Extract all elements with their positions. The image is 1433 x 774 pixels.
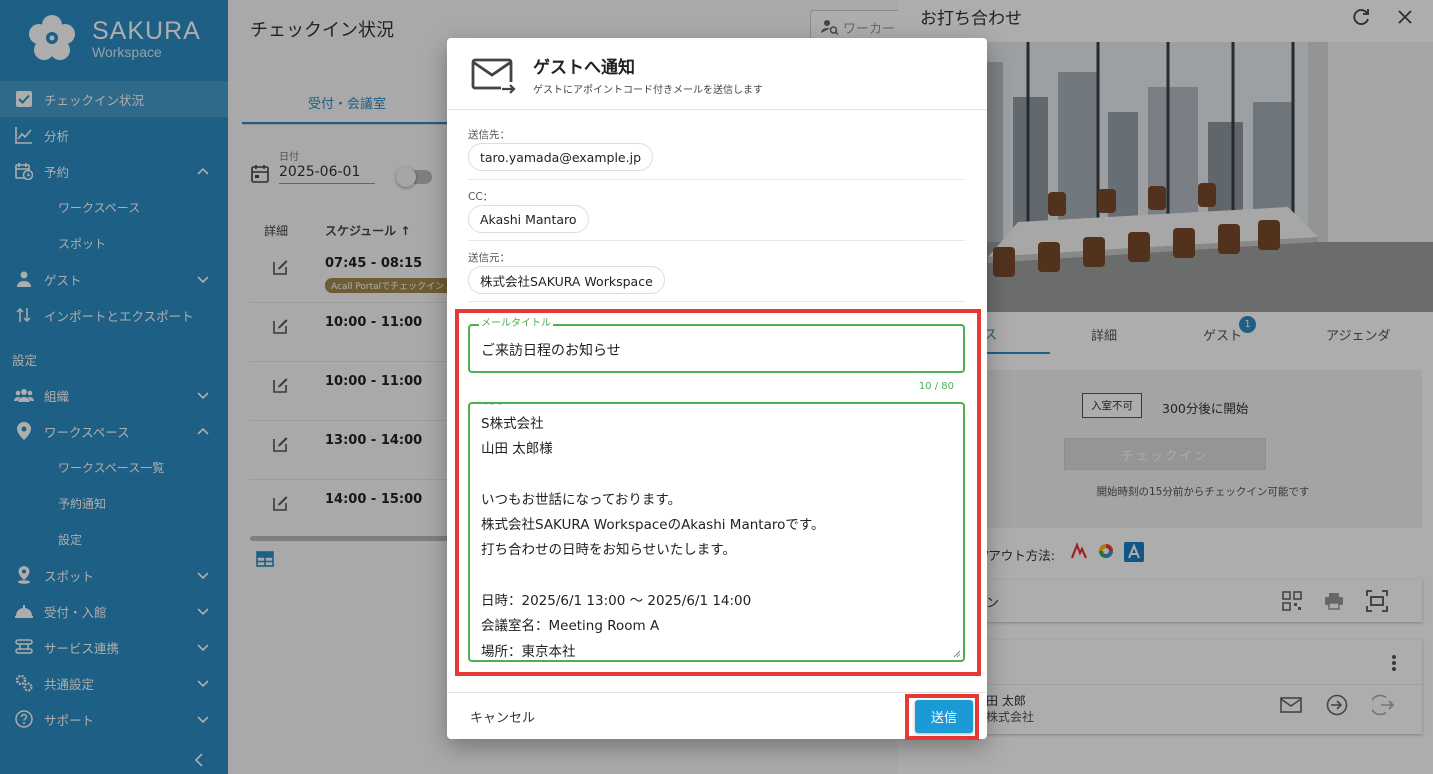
to-recipient-chip[interactable]: taro.yamada@example.jp bbox=[468, 143, 653, 171]
mail-title-label: メールタイトル bbox=[479, 318, 553, 330]
character-counter: 10 / 80 bbox=[918, 381, 954, 392]
field-divider bbox=[468, 179, 965, 180]
dialog-header: ゲストへ通知 ゲストにアポイントコード付きメールを送信します bbox=[447, 38, 987, 110]
body-line: 日時：2025/6/1 13:00 〜 2025/6/1 14:00 bbox=[481, 593, 752, 610]
dialog-subtitle: ゲストにアポイントコード付きメールを送信します bbox=[533, 85, 763, 96]
cancel-button[interactable]: キャンセル bbox=[470, 707, 535, 726]
body-line: 株式会社SAKURA WorkspaceのAkashi Mantaroです。 bbox=[481, 517, 825, 534]
send-button[interactable]: 送信 bbox=[915, 700, 973, 733]
body-line: 打ち合わせの日時をお知らせいたします。 bbox=[481, 542, 736, 559]
body-line: S株式会社 bbox=[481, 416, 544, 432]
body-line: いつもお世話になっております。 bbox=[481, 491, 682, 508]
field-divider bbox=[468, 240, 965, 241]
body-line: 山田 太郎様 bbox=[481, 441, 553, 458]
cc-recipient-chip[interactable]: Akashi Mantaro bbox=[468, 205, 589, 233]
mail-title-value: ご来訪日程のお知らせ bbox=[481, 343, 621, 359]
guest-notify-dialog: ゲストへ通知 ゲストにアポイントコード付きメールを送信します 送信先： taro… bbox=[447, 38, 987, 740]
body-line bbox=[481, 463, 952, 488]
body-line bbox=[481, 564, 952, 589]
from-label: 送信元： bbox=[468, 252, 510, 264]
dialog-title: ゲストへ通知 bbox=[533, 58, 635, 78]
to-label: 送信先： bbox=[468, 129, 510, 141]
body-line: 場所：東京本社 bbox=[481, 643, 576, 660]
mail-body-label: 本文 bbox=[479, 404, 503, 408]
mail-send-icon bbox=[471, 58, 517, 96]
body-line: 会議室名：Meeting Room A bbox=[481, 618, 660, 635]
mail-body-textarea[interactable]: 本文 S株式会社 山田 太郎様 いつもお世話になっております。 株式会社SAKU… bbox=[468, 402, 965, 662]
resize-handle-icon[interactable] bbox=[953, 650, 961, 658]
field-divider bbox=[468, 301, 965, 302]
from-sender-chip[interactable]: 株式会社SAKURA Workspace bbox=[468, 266, 665, 294]
mail-title-input[interactable]: メールタイトル ご来訪日程のお知らせ bbox=[468, 318, 965, 373]
dialog-footer-divider bbox=[447, 692, 987, 693]
cc-label: CC： bbox=[468, 191, 494, 203]
